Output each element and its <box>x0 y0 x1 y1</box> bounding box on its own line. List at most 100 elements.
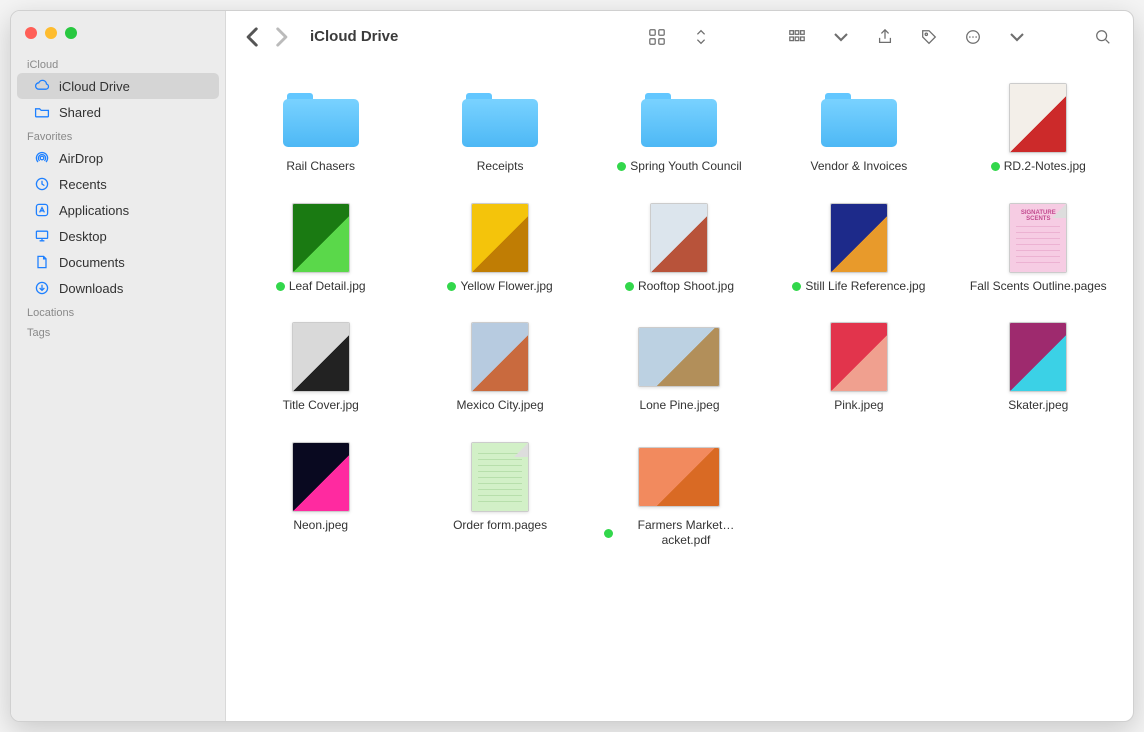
file-name-label: Neon.jpeg <box>293 518 348 534</box>
share-button[interactable] <box>869 25 901 49</box>
sidebar-item-documents[interactable]: Documents <box>17 249 219 275</box>
sidebar-item-downloads[interactable]: Downloads <box>17 275 219 301</box>
sidebar-item-label: Recents <box>59 177 107 192</box>
airdrop-icon <box>33 149 51 167</box>
file-item[interactable]: Skater.jpeg <box>954 322 1123 414</box>
app-icon <box>33 201 51 219</box>
file-item[interactable]: Title Cover.jpg <box>236 322 405 414</box>
file-thumbnail <box>830 322 888 392</box>
minimize-button[interactable] <box>45 27 57 39</box>
file-thumbnail <box>1009 83 1067 153</box>
file-thumbnail <box>1009 322 1067 392</box>
sidebar-item-label: iCloud Drive <box>59 79 130 94</box>
view-mode-button[interactable] <box>641 25 673 49</box>
file-thumbnail <box>292 442 350 512</box>
group-button[interactable] <box>781 25 813 49</box>
green-tag-dot <box>625 282 634 291</box>
file-name-label: Lone Pine.jpeg <box>639 398 719 414</box>
file-name-label: Receipts <box>477 159 524 175</box>
clock-icon <box>33 175 51 193</box>
file-name-label: RD.2-Notes.jpg <box>1004 159 1086 175</box>
file-name-label: Pink.jpeg <box>834 398 883 414</box>
forward-button[interactable] <box>268 25 294 49</box>
folder-shared-icon <box>33 103 51 121</box>
file-item[interactable]: Yellow Flower.jpg <box>415 203 584 295</box>
file-item[interactable]: Rooftop Shoot.jpg <box>595 203 764 295</box>
toolbar: iCloud Drive <box>226 11 1133 63</box>
file-item[interactable]: Receipts <box>415 83 584 175</box>
file-name-label: Farmers Market…acket.pdf <box>617 518 754 549</box>
file-item[interactable]: Farmers Market…acket.pdf <box>595 442 764 549</box>
folder-icon <box>462 89 538 147</box>
file-thumbnail <box>471 203 529 273</box>
sidebar-group-label: Tags <box>11 321 225 341</box>
sidebar-item-applications[interactable]: Applications <box>17 197 219 223</box>
file-item[interactable]: Lone Pine.jpeg <box>595 322 764 414</box>
tags-button[interactable] <box>913 25 945 49</box>
sidebar-group-label: iCloud <box>11 53 225 73</box>
sidebar-item-icloud-drive[interactable]: iCloud Drive <box>17 73 219 99</box>
file-name-label: Fall Scents Outline.pages <box>970 279 1107 295</box>
sidebar-item-label: Desktop <box>59 229 107 244</box>
file-item[interactable]: Spring Youth Council <box>595 83 764 175</box>
file-thumbnail <box>650 203 708 273</box>
file-thumbnail <box>638 327 720 387</box>
file-item[interactable]: Pink.jpeg <box>774 322 943 414</box>
sidebar-group-label: Favorites <box>11 125 225 145</box>
file-thumbnail <box>471 442 529 512</box>
file-item[interactable]: Leaf Detail.jpg <box>236 203 405 295</box>
sidebar-item-label: AirDrop <box>59 151 103 166</box>
maximize-button[interactable] <box>65 27 77 39</box>
sidebar-item-label: Shared <box>59 105 101 120</box>
file-thumbnail: SIGNATURE SCENTS <box>1009 203 1067 273</box>
sidebar-item-desktop[interactable]: Desktop <box>17 223 219 249</box>
doc-icon <box>33 253 51 271</box>
file-thumbnail <box>292 203 350 273</box>
close-button[interactable] <box>25 27 37 39</box>
window-controls <box>11 19 225 53</box>
more-button[interactable] <box>957 25 989 49</box>
sidebar-item-airdrop[interactable]: AirDrop <box>17 145 219 171</box>
green-tag-dot <box>617 162 626 171</box>
file-name-label: Still Life Reference.jpg <box>805 279 925 295</box>
sidebar: iCloud iCloud Drive Shared Favorites AirDrop… <box>11 11 226 721</box>
sidebar-item-label: Documents <box>59 255 125 270</box>
file-thumbnail <box>292 322 350 392</box>
green-tag-dot <box>991 162 1000 171</box>
file-name-label: Leaf Detail.jpg <box>289 279 366 295</box>
file-item[interactable]: RD.2-Notes.jpg <box>954 83 1123 175</box>
main-area: iCloud Drive <box>226 11 1133 721</box>
green-tag-dot <box>276 282 285 291</box>
location-title: iCloud Drive <box>310 28 398 45</box>
green-tag-dot <box>604 529 613 538</box>
back-button[interactable] <box>240 25 266 49</box>
download-icon <box>33 279 51 297</box>
file-thumbnail <box>471 322 529 392</box>
file-item[interactable]: Vendor & Invoices <box>774 83 943 175</box>
desktop-icon <box>33 227 51 245</box>
sidebar-item-shared[interactable]: Shared <box>17 99 219 125</box>
group-chevron-icon[interactable] <box>825 25 857 49</box>
file-item[interactable]: Order form.pages <box>415 442 584 549</box>
sidebar-item-recents[interactable]: Recents <box>17 171 219 197</box>
file-name-label: Order form.pages <box>453 518 547 534</box>
more-chevron-icon[interactable] <box>1001 25 1033 49</box>
folder-icon <box>283 89 359 147</box>
file-item[interactable]: Neon.jpeg <box>236 442 405 549</box>
file-name-label: Skater.jpeg <box>1008 398 1068 414</box>
search-button[interactable] <box>1087 25 1119 49</box>
view-sort-chevron[interactable] <box>685 25 717 49</box>
file-thumbnail <box>830 203 888 273</box>
file-item[interactable]: Mexico City.jpeg <box>415 322 584 414</box>
green-tag-dot <box>447 282 456 291</box>
file-name-label: Vendor & Invoices <box>811 159 908 175</box>
file-name-label: Rooftop Shoot.jpg <box>638 279 734 295</box>
file-name-label: Rail Chasers <box>286 159 355 175</box>
file-name-label: Mexico City.jpeg <box>457 398 544 414</box>
file-item[interactable]: Still Life Reference.jpg <box>774 203 943 295</box>
file-item[interactable]: SIGNATURE SCENTS Fall Scents Outline.page… <box>954 203 1123 295</box>
finder-window: iCloud iCloud Drive Shared Favorites AirDrop… <box>10 10 1134 722</box>
file-item[interactable]: Rail Chasers <box>236 83 405 175</box>
folder-icon <box>641 89 717 147</box>
sidebar-item-label: Applications <box>59 203 129 218</box>
